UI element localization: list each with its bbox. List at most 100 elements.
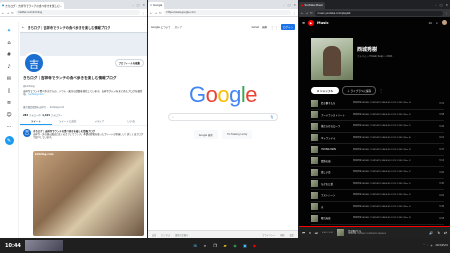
track-thumbnail[interactable]	[311, 180, 318, 188]
edit-profile-button[interactable]: プロフィールを編集	[114, 59, 144, 67]
file-explorer-icon[interactable]: ▰	[222, 242, 229, 249]
menu-icon[interactable]: ⋮	[445, 11, 448, 15]
notifications-icon[interactable]: ♪	[7, 64, 10, 70]
track-thumbnail[interactable]	[311, 203, 318, 211]
track-thumbnail[interactable]	[311, 168, 318, 176]
track-row[interactable]: YOUNG MAN 西城秀樹 HIDEKI COMPLETE SINGLES 19…	[311, 144, 444, 156]
track-album[interactable]: 西城秀樹 HIDEKI COMPLETE SINGLES 1972-1999 (…	[353, 148, 433, 151]
about-link[interactable]: Google について	[151, 25, 171, 29]
following-label[interactable]: フォロー中	[29, 114, 41, 117]
back-arrow-icon[interactable]: ←	[22, 25, 25, 29]
back-icon[interactable]: ←	[150, 11, 153, 15]
track-thumbnail[interactable]	[311, 157, 318, 165]
track-album[interactable]: 西城秀樹 HIDEKI COMPLETE SINGLES 1972-1999 (…	[353, 124, 433, 128]
tab-replies[interactable]: ツイートと返信	[52, 118, 84, 125]
track-thumbnail[interactable]	[311, 145, 318, 153]
cast-icon[interactable]: ▭	[429, 21, 432, 25]
track-title[interactable]: YOUNG MAN	[321, 148, 349, 151]
back-icon[interactable]: ←	[301, 11, 304, 15]
forward-icon[interactable]: →	[306, 11, 309, 15]
track-row[interactable]: ブーメランストリート 西城秀樹 HIDEKI COMPLETE SINGLES 1…	[311, 110, 444, 121]
reload-icon[interactable]: ↻	[159, 11, 162, 15]
track-thumbnail[interactable]	[311, 99, 318, 107]
forward-icon[interactable]: →	[7, 11, 10, 15]
track-title[interactable]: ギャランドゥ	[321, 136, 349, 140]
profile-icon[interactable]: ☺	[6, 112, 11, 118]
minimize-icon[interactable]: –	[283, 3, 285, 7]
track-row[interactable]: 炎西城秀樹 HIDEKI COMPLETE SINGLES 1972-1999 …	[311, 202, 444, 213]
ytmusic-app-icon[interactable]: ▶	[252, 242, 259, 249]
images-link[interactable]: 画像	[262, 25, 267, 29]
reload-icon[interactable]: ↻	[11, 11, 14, 15]
bio-link[interactable]: kichilog.com	[29, 93, 44, 96]
tweet-image[interactable]	[33, 151, 144, 236]
next-icon[interactable]: ⏭	[315, 231, 318, 235]
volume-icon[interactable]: 🔊	[429, 231, 433, 235]
maximize-icon[interactable]: □	[288, 3, 291, 7]
track-title[interactable]: 情熱の嵐	[321, 159, 349, 163]
track-thumbnail[interactable]	[311, 214, 318, 222]
track-row[interactable]: ギャランドゥ 西城秀樹 HIDEKI COMPLETE SINGLES 1972-…	[311, 133, 444, 144]
followers-label[interactable]: フォロワー	[51, 114, 63, 117]
taskbar-date[interactable]: 2022/05/01	[435, 244, 448, 247]
store-link[interactable]: ストア	[175, 25, 183, 29]
lists-icon[interactable]: ≡	[7, 100, 11, 106]
save-to-library-button[interactable]: ＋ ライブラリに保存	[342, 86, 377, 95]
search-icon[interactable]: ⌕	[436, 21, 438, 25]
footer-settings-link[interactable]: 設定	[290, 233, 294, 237]
track-title[interactable]: 眠れぬ夜	[321, 216, 349, 220]
shuffle-button[interactable]: ⇄ シャッフル	[311, 87, 340, 94]
footer-how-search-works-link[interactable]: 検索の仕組み	[175, 233, 188, 237]
address-bar[interactable]: twitter.com/kichilog	[15, 10, 140, 15]
wifi-icon[interactable]: ⌔	[427, 244, 429, 248]
tab-twitter[interactable]: ● きちログ｜吉祥寺でランチの食べ歩きを楽しむ...	[0, 2, 65, 9]
track-title[interactable]: 傷だらけのローラ	[321, 124, 349, 128]
task-view-icon[interactable]: ❐	[212, 242, 219, 249]
track-album[interactable]: 西城秀樹 HIDEKI COMPLETE SINGLES 1972-1999 (…	[353, 170, 433, 174]
shuffle-icon[interactable]: ⇄	[444, 231, 447, 235]
minimize-icon[interactable]: –	[132, 3, 134, 7]
footer-ads-link[interactable]: 広告	[152, 233, 156, 237]
track-row[interactable]: 激しい恋 西城秀樹 HIDEKI COMPLETE SINGLES 1972-19…	[311, 167, 444, 179]
search-box[interactable]: ⌕ 🎙	[168, 113, 278, 121]
tweet-avatar[interactable]: 吉	[23, 129, 31, 137]
track-album[interactable]: 西城秀樹 HIDEKI COMPLETE SINGLES 1972-1999 (…	[353, 205, 433, 209]
track-album[interactable]: 西城秀樹 HIDEKI COMPLETE SINGLES 1972-1999 (…	[353, 159, 433, 163]
track-title[interactable]: ブーメランストリート	[321, 113, 349, 117]
chrome-icon[interactable]: ◉	[232, 242, 239, 249]
track-row[interactable]: 情熱の嵐 西城秀樹 HIDEKI COMPLETE SINGLES 1972-19…	[311, 156, 444, 167]
close-icon[interactable]: ✕	[293, 3, 296, 7]
track-row[interactable]: 若き獅子たち 西城秀樹 HIDEKI COMPLETE SINGLES 1972-…	[311, 98, 444, 110]
tab-google[interactable]: G Google	[148, 2, 165, 9]
menu-icon[interactable]: ⋮	[142, 11, 145, 15]
footer-privacy-link[interactable]: プライバシー	[262, 233, 275, 237]
track-album[interactable]: 西城秀樹 HIDEKI COMPLETE SINGLES 1972-1999 (…	[353, 136, 433, 140]
previous-icon[interactable]: ⏮	[302, 231, 305, 235]
track-row[interactable]: ラストシーン 西城秀樹 HIDEKI COMPLETE SINGLES 1972-…	[311, 190, 444, 202]
chevron-up-icon[interactable]: ˄	[424, 244, 425, 247]
track-row[interactable]: 傷だらけのローラ 西城秀樹 HIDEKI COMPLETE SINGLES 197…	[311, 121, 444, 133]
footer-terms-link[interactable]: 規約	[280, 233, 284, 237]
track-album[interactable]: 西城秀樹 HIDEKI COMPLETE SINGLES 1972-1999 (…	[353, 182, 433, 186]
gmail-link[interactable]: Gmail	[252, 26, 259, 29]
footer-business-link[interactable]: ビジネス	[161, 233, 170, 237]
feeling-lucky-button[interactable]: I'm Feeling Lucky	[221, 130, 253, 139]
start-icon[interactable]: ⊞	[192, 242, 199, 249]
ytmusic-brand[interactable]: Music	[317, 21, 329, 25]
more-options-icon[interactable]: ⋮	[379, 89, 383, 93]
track-thumbnail[interactable]	[311, 134, 318, 142]
tab-tweets[interactable]: ツイート	[20, 118, 52, 125]
forward-icon[interactable]: →	[155, 11, 158, 15]
track-album[interactable]: 西城秀樹 HIDEKI COMPLETE SINGLES 1972-1999 (…	[353, 113, 433, 117]
track-row[interactable]: 眠れぬ夜 西城秀樹 HIDEKI COMPLETE SINGLES 1972-19…	[311, 213, 444, 225]
apps-grid-icon[interactable]: ⋮⋮	[270, 25, 278, 30]
home-icon[interactable]: ⌂	[7, 40, 10, 46]
search-input[interactable]	[175, 114, 268, 120]
menu-icon[interactable]: ⋮	[293, 11, 296, 15]
track-title[interactable]: 炎	[321, 205, 349, 209]
track-title[interactable]: ラストシーン	[321, 193, 349, 197]
ytmusic-logo-icon[interactable]: ▶	[308, 19, 315, 26]
taskbar-widget[interactable]	[24, 240, 63, 251]
login-button[interactable]: ログイン	[280, 24, 295, 30]
repeat-icon[interactable]: ↻	[437, 231, 440, 235]
